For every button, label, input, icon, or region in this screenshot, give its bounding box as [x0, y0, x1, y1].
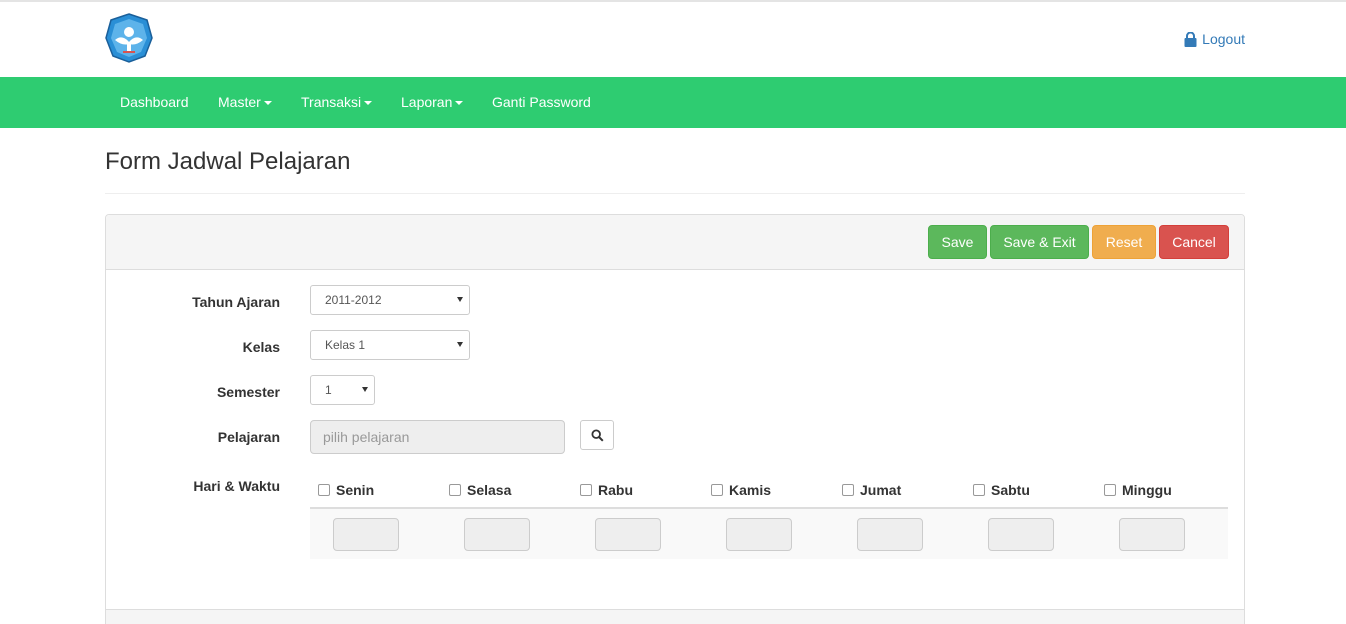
- semester-select[interactable]: 1: [310, 375, 375, 405]
- pelajaran-label: Pelajaran: [217, 429, 280, 445]
- panel-toolbar: Save Save & Exit Reset Cancel: [106, 215, 1244, 270]
- semester-label: Semester: [216, 384, 280, 400]
- select-arrow-icon: [362, 387, 368, 392]
- caret-down-icon: [263, 101, 272, 106]
- checkbox[interactable]: [711, 484, 723, 496]
- time-input-sabtu[interactable]: [988, 518, 1054, 551]
- pelajaran-input[interactable]: pilih pelajaran: [310, 420, 565, 454]
- logout-link[interactable]: Logout: [1184, 31, 1245, 47]
- select-arrow-icon: [457, 342, 463, 347]
- caret-down-icon: [364, 101, 373, 106]
- tahun-ajaran-select[interactable]: 2011-2012: [310, 285, 470, 315]
- checkbox[interactable]: [449, 484, 461, 496]
- checkbox[interactable]: [318, 484, 330, 496]
- header: Logout: [0, 2, 1346, 77]
- checkbox[interactable]: [842, 484, 854, 496]
- time-input-kamis[interactable]: [726, 518, 792, 551]
- time-input-senin[interactable]: [333, 518, 399, 551]
- title-divider: [105, 193, 1245, 194]
- day-label: Minggu: [1122, 482, 1172, 498]
- day-checkbox-selasa[interactable]: Selasa: [449, 481, 511, 499]
- day-checkbox-minggu[interactable]: Minggu: [1104, 481, 1172, 499]
- time-input-minggu[interactable]: [1119, 518, 1185, 551]
- nav-item-label: Transaksi: [301, 94, 362, 110]
- search-button[interactable]: [580, 420, 614, 450]
- time-input-jumat[interactable]: [857, 518, 923, 551]
- day-label: Kamis: [729, 482, 772, 498]
- day-checkbox-senin[interactable]: Senin: [318, 481, 374, 499]
- day-label: Senin: [336, 482, 375, 498]
- day-checkbox-rabu[interactable]: Rabu: [580, 481, 633, 499]
- nav-item-label: Laporan: [401, 94, 453, 110]
- caret-down-icon: [455, 101, 464, 106]
- checkbox[interactable]: [1104, 484, 1116, 496]
- logout-label: Logout: [1202, 31, 1245, 47]
- reset-button[interactable]: Reset: [1092, 225, 1156, 259]
- kelas-select[interactable]: Kelas 1: [310, 330, 470, 360]
- day-label: Jumat: [860, 482, 902, 498]
- day-label: Sabtu: [991, 482, 1030, 498]
- save-exit-button[interactable]: Save & Exit: [990, 225, 1089, 259]
- checkbox[interactable]: [973, 484, 985, 496]
- day-checkbox-jumat[interactable]: Jumat: [842, 481, 901, 499]
- save-button[interactable]: Save: [928, 225, 987, 259]
- time-input-selasa[interactable]: [464, 518, 530, 551]
- nav-item-label: Master: [218, 94, 261, 110]
- semester-value: 1: [325, 383, 332, 397]
- nav-item-transaksi[interactable]: Transaksi: [301, 77, 373, 128]
- nav-item-label: Dashboard: [120, 94, 189, 110]
- tut-wuri-handayani-logo[interactable]: [103, 12, 155, 64]
- nav-item-dashboard[interactable]: Dashboard: [120, 77, 189, 128]
- nav-item-ganti-password[interactable]: Ganti Password: [492, 77, 591, 128]
- lock-icon: [1184, 31, 1197, 47]
- time-input-rabu[interactable]: [595, 518, 661, 551]
- tahun-ajaran-label: Tahun Ajaran: [192, 294, 280, 310]
- search-icon: [590, 428, 604, 442]
- day-checkbox-kamis[interactable]: Kamis: [711, 481, 771, 499]
- main-navbar: Dashboard Master Transaksi Laporan Ganti…: [0, 77, 1346, 128]
- page-title: Form Jadwal Pelajaran: [105, 148, 351, 175]
- cancel-button[interactable]: Cancel: [1159, 225, 1229, 259]
- nav-item-laporan[interactable]: Laporan: [401, 77, 464, 128]
- day-label: Rabu: [598, 482, 633, 498]
- panel-footer: [106, 609, 1244, 624]
- nav-item-label: Ganti Password: [492, 94, 591, 110]
- hari-waktu-label: Hari & Waktu: [193, 478, 280, 494]
- kelas-label: Kelas: [242, 339, 280, 355]
- kelas-value: Kelas 1: [325, 338, 366, 352]
- day-label: Selasa: [467, 482, 512, 498]
- day-checkbox-sabtu[interactable]: Sabtu: [973, 481, 1030, 499]
- nav-item-master[interactable]: Master: [218, 77, 272, 128]
- form-panel: Save Save & Exit Reset Cancel: [105, 214, 1245, 624]
- tahun-ajaran-value: 2011-2012: [325, 293, 382, 307]
- checkbox[interactable]: [580, 484, 592, 496]
- select-arrow-icon: [457, 297, 463, 302]
